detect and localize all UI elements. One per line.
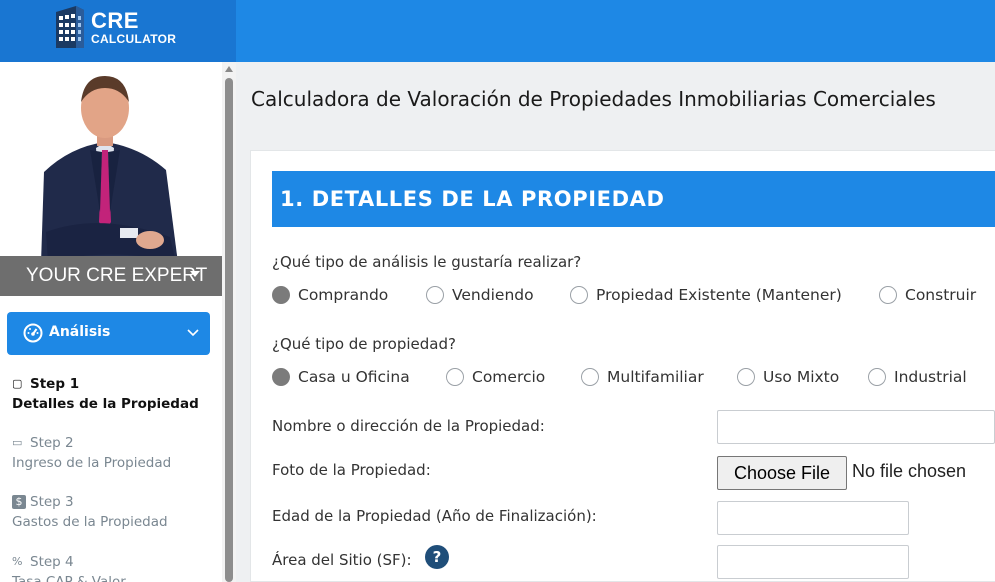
brand-area: CRE CALCULATOR: [0, 0, 236, 62]
radio-label: Construir: [905, 286, 977, 304]
radio-label: Industrial: [894, 368, 967, 386]
help-icon[interactable]: ?: [425, 545, 449, 569]
property-name-input[interactable]: [717, 410, 995, 444]
radio-dot[interactable]: [426, 286, 444, 304]
radio-propiedad-existente[interactable]: Propiedad Existente (Mantener): [570, 286, 842, 304]
sidebar-step-1[interactable]: ▢ Step 1 Detalles de la Propiedad: [12, 374, 199, 414]
choose-file-button[interactable]: Choose File: [717, 456, 847, 490]
expert-caption-label: YOUR CRE EXPERT: [26, 265, 208, 286]
radio-dot[interactable]: [737, 368, 755, 386]
radio-dot[interactable]: [879, 286, 897, 304]
radio-label: Uso Mixto: [763, 368, 840, 386]
radio-uso-mixto[interactable]: Uso Mixto: [737, 368, 839, 386]
percent-icon: %: [12, 555, 23, 568]
radio-comercio[interactable]: Comercio: [446, 368, 545, 386]
site-area-input[interactable]: [717, 545, 909, 579]
radio-label: Casa u Oficina: [298, 368, 410, 386]
radio-dot[interactable]: [581, 368, 599, 386]
radio-dot[interactable]: [570, 286, 588, 304]
radio-comprando[interactable]: Comprando: [272, 286, 388, 304]
radio-label: Comercio: [472, 368, 546, 386]
step-number: Step 2: [30, 435, 74, 451]
sidebar-step-4[interactable]: % Step 4 Tasa CAP & Valor: [12, 552, 126, 582]
logo-line2: CALCULATOR: [91, 31, 177, 46]
radio-label: Propiedad Existente (Mantener): [596, 286, 842, 304]
radio-label: Comprando: [298, 286, 389, 304]
step-description: Detalles de la Propiedad: [12, 396, 199, 412]
scrollbar-thumb[interactable]: [225, 78, 233, 582]
step-number: Step 3: [30, 494, 74, 510]
logo-text: CRE CALCULATOR: [91, 7, 177, 46]
property-name-label: Nombre o dirección de la Propiedad:: [272, 417, 545, 435]
radio-dot[interactable]: [868, 368, 886, 386]
expert-dropdown[interactable]: YOUR CRE EXPERT: [0, 256, 222, 296]
chevron-down-icon: [187, 329, 199, 337]
analysis-label: Análisis: [49, 324, 111, 340]
building-icon: [56, 6, 84, 48]
logo-line1: CRE: [91, 7, 139, 33]
money-icon: ▭: [12, 436, 23, 449]
dollar-icon: $: [12, 495, 26, 509]
radio-construir[interactable]: Construir: [879, 286, 976, 304]
analysis-menu-button[interactable]: Análisis: [7, 312, 210, 355]
sidebar: YOUR CRE EXPERT Análisis ▢ Step 1 Detalle…: [0, 62, 222, 582]
file-status-text: No file chosen: [852, 461, 967, 481]
radio-industrial[interactable]: Industrial: [868, 368, 967, 386]
section-header: 1. DETALLES DE LA PROPIEDAD: [272, 171, 995, 227]
step-description: Gastos de la Propiedad: [12, 514, 168, 530]
radio-dot[interactable]: [272, 286, 290, 304]
comment-icon: ▢: [12, 377, 23, 390]
radio-label: Multifamiliar: [607, 368, 704, 386]
radio-label: Vendiendo: [452, 286, 534, 304]
logo[interactable]: CRE CALCULATOR: [52, 4, 176, 50]
sidebar-scrollbar[interactable]: [222, 62, 236, 582]
caret-down-icon: [190, 271, 200, 277]
property-photo-label: Foto de la Propiedad:: [272, 461, 431, 479]
analysis-question: ¿Qué tipo de análisis le gustaría realiz…: [272, 253, 582, 271]
site-area-label: Área del Sitio (SF):: [272, 551, 412, 569]
step-description: Ingreso de la Propiedad: [12, 455, 172, 471]
dashboard-gauge-icon: [23, 323, 43, 343]
property-age-input[interactable]: [717, 501, 909, 535]
radio-vendiendo[interactable]: Vendiendo: [426, 286, 534, 304]
scroll-up-arrow-icon[interactable]: [225, 66, 233, 72]
radio-multifamiliar[interactable]: Multifamiliar: [581, 368, 704, 386]
step-description: Tasa CAP & Valor: [12, 574, 126, 582]
radio-dot[interactable]: [272, 368, 290, 386]
step-number: Step 1: [30, 376, 80, 392]
property-type-question: ¿Qué tipo de propiedad?: [272, 335, 456, 353]
top-bar: CRE CALCULATOR: [0, 0, 995, 62]
page-title: Calculadora de Valoración de Propiedades…: [251, 87, 936, 111]
expert-card[interactable]: YOUR CRE EXPERT: [0, 62, 222, 296]
property-age-label: Edad de la Propiedad (Año de Finalizació…: [272, 507, 597, 525]
radio-dot[interactable]: [446, 368, 464, 386]
step-number: Step 4: [30, 554, 74, 570]
sidebar-step-3[interactable]: $ Step 3 Gastos de la Propiedad: [12, 492, 168, 532]
sidebar-step-2[interactable]: ▭ Step 2 Ingreso de la Propiedad: [12, 433, 171, 473]
radio-casa-oficina[interactable]: Casa u Oficina: [272, 368, 410, 386]
